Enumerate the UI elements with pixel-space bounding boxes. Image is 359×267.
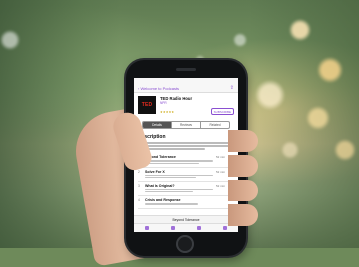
phone-speaker xyxy=(176,68,196,71)
episode-duration: 52 min xyxy=(215,184,225,189)
episode-title: Solve For X xyxy=(145,169,165,174)
episode-row[interactable]: 1 Beyond Tolerance 52 min ↓ xyxy=(138,153,234,168)
back-link[interactable]: ‹ Welcome to Podcasts xyxy=(138,86,179,91)
bokeh-light xyxy=(255,80,285,110)
bokeh-light xyxy=(334,139,356,161)
tab-reviews[interactable]: Reviews xyxy=(172,122,201,128)
rating-stars: ★★★★★ xyxy=(160,109,175,114)
bokeh-light xyxy=(0,30,20,50)
share-icon[interactable]: ⇪ xyxy=(230,85,234,91)
bokeh-light xyxy=(281,141,299,159)
episode-title: Crisis and Response xyxy=(145,198,181,203)
podcast-author[interactable]: NPR xyxy=(160,101,234,105)
episode-duration: 52 min xyxy=(215,169,225,174)
episode-row[interactable]: 2 Solve For X 52 min ↓ xyxy=(138,168,234,183)
podcast-header: TED TED Radio Hour NPR ★★★★★ SUBSCRIBE xyxy=(134,93,238,118)
bokeh-light xyxy=(306,106,330,130)
search-icon[interactable] xyxy=(223,226,227,230)
tab-bar xyxy=(134,223,238,232)
episode-row[interactable]: 4 Crisis and Response xyxy=(138,196,234,209)
description-text xyxy=(134,142,238,150)
episode-number: 4 xyxy=(138,198,140,203)
browse-icon[interactable] xyxy=(197,226,201,230)
library-icon[interactable] xyxy=(145,226,149,230)
podcast-artwork: TED xyxy=(138,96,156,114)
episode-number: 2 xyxy=(138,169,140,174)
bokeh-light xyxy=(317,57,343,83)
episode-title: What Is Original? xyxy=(145,184,175,189)
episode-duration: 52 min xyxy=(215,155,225,160)
bokeh-light xyxy=(233,33,247,47)
description-heading: Description xyxy=(138,134,166,140)
episode-row[interactable]: 3 What Is Original? 52 min ↓ xyxy=(138,182,234,197)
tab-details[interactable]: Details xyxy=(143,122,172,128)
bokeh-light xyxy=(289,19,311,41)
subscribe-button[interactable]: SUBSCRIBE xyxy=(210,108,234,115)
fingers xyxy=(228,130,262,226)
podcast-meta: TED Radio Hour NPR ★★★★★ SUBSCRIBE xyxy=(160,96,234,115)
meta-row: ★★★★★ SUBSCRIBE xyxy=(160,108,234,115)
segmented-control: Details Reviews Related xyxy=(142,121,230,129)
tab-related[interactable]: Related xyxy=(201,122,229,128)
listen-now-icon[interactable] xyxy=(171,226,175,230)
now-playing-title: Beyond Tolerance xyxy=(172,218,200,222)
nav-bar: ‹ Welcome to Podcasts ⇪ xyxy=(134,84,238,93)
episode-title: Beyond Tolerance xyxy=(145,155,176,160)
home-button[interactable] xyxy=(176,235,194,253)
episode-number: 3 xyxy=(138,184,140,189)
